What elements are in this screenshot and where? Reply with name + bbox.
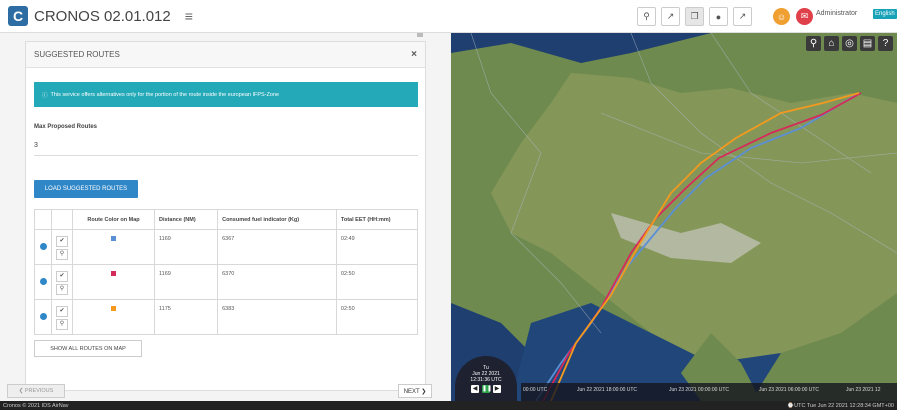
menu-icon[interactable]: ≡	[185, 8, 193, 24]
routes-table: Route Color on Map Distance (NM) Consume…	[34, 209, 419, 335]
show-all-routes-button[interactable]: SHOW ALL ROUTES ON MAP	[34, 340, 142, 357]
table-header-row: Route Color on Map Distance (NM) Consume…	[34, 209, 419, 230]
max-routes-input[interactable]: 3	[34, 142, 38, 149]
route-color-cell	[72, 229, 155, 265]
check-icon[interactable]: ✔	[56, 236, 68, 247]
utc-clock: ⌚UTC Tue Jun 22 2021 12:28:34 GMT+00	[787, 402, 894, 409]
header-expand	[34, 209, 52, 230]
playback-controls: ◀ ❚❚ ▶	[455, 385, 517, 393]
copy-icon[interactable]: ❐	[685, 7, 704, 26]
distance-cell: 1169	[153, 229, 219, 265]
rewind-icon[interactable]: ◀	[471, 385, 479, 393]
panel-title: SUGGESTED ROUTES	[34, 50, 120, 59]
distance-cell: 1175	[153, 299, 219, 335]
clock-time: 12:31:36 UTC	[470, 377, 502, 383]
location-icon[interactable]: ⚲	[56, 319, 68, 330]
layers-icon[interactable]: ▤	[860, 36, 875, 51]
table-row: ✔ ⚲ 1175 6383 02:50	[34, 299, 419, 335]
timeline-label: Jun 23 2021 06:00:00 UTC	[759, 387, 820, 393]
map-canvas	[451, 33, 897, 401]
table-row: ✔ ⚲ 1169 6367 02:49	[34, 229, 419, 265]
scrollbar[interactable]	[417, 33, 423, 37]
cronos-logo-icon: C	[8, 6, 28, 26]
pause-icon[interactable]: ❚❚	[482, 385, 492, 393]
header-distance: Distance (NM)	[153, 209, 219, 230]
home-icon[interactable]: ⌂	[824, 36, 839, 51]
header-fuel: Consumed fuel indicator (Kg)	[217, 209, 337, 230]
max-routes-label: Max Proposed Routes	[34, 124, 98, 130]
user-name[interactable]: Administrator	[816, 10, 857, 17]
location-icon[interactable]: ⚲	[56, 284, 68, 295]
location-icon[interactable]: ⚲	[56, 249, 68, 260]
route-color-swatch	[111, 236, 116, 241]
timeline-label: 00:00 UTC	[523, 387, 548, 393]
notification-icon[interactable]: ✉	[796, 8, 813, 25]
map-view[interactable]: ⚲ ⌂ ◎ ▤ ? Tu Jun 22 2021 12:31:36 UTC ◀ …	[451, 33, 897, 401]
distance-cell: 1169	[153, 264, 219, 300]
eet-cell: 02:50	[335, 264, 419, 300]
actions-cell: ✔ ⚲	[51, 229, 73, 265]
panel-header: SUGGESTED ROUTES ×	[26, 42, 425, 68]
close-icon[interactable]: ×	[411, 49, 417, 60]
suggested-routes-panel: SUGGESTED ROUTES × ⓘ This service offers…	[25, 41, 426, 391]
eet-cell: 02:49	[335, 229, 419, 265]
timeline-label: Jun 22 2021 18:00:00 UTC	[577, 387, 638, 393]
check-icon[interactable]: ✔	[56, 271, 68, 282]
actions-cell: ✔ ⚲	[51, 264, 73, 300]
table-row: ✔ ⚲ 1169 6370 02:50	[34, 264, 419, 300]
toolbar: ⚲ ↗ ❐ ● ↗	[637, 7, 752, 26]
load-suggested-routes-button[interactable]: LOAD SUGGESTED ROUTES	[34, 180, 138, 198]
fuel-cell: 6367	[217, 229, 337, 265]
route-color-swatch	[111, 271, 116, 276]
expand-icon[interactable]	[39, 277, 47, 285]
header-route-color: Route Color on Map	[72, 209, 155, 230]
globe-icon[interactable]: ●	[709, 7, 728, 26]
left-pane: SUGGESTED ROUTES × ⓘ This service offers…	[0, 33, 450, 401]
top-bar: C CRONOS 02.01.012 ≡ ⚲ ↗ ❐ ● ↗ ☺ ✉ Admin…	[0, 0, 897, 33]
header-actions	[51, 209, 73, 230]
expand-cell	[34, 264, 52, 300]
check-icon[interactable]: ✔	[56, 306, 68, 317]
timeline-label: Jun 23 2021 12	[846, 387, 881, 393]
fuel-cell: 6370	[217, 264, 337, 300]
expand-icon[interactable]	[39, 242, 47, 250]
language-badge[interactable]: English	[873, 9, 897, 19]
header-eet: Total EET (HH:mm)	[335, 209, 419, 230]
timeline-label: Jun 23 2021 00:00:00 UTC	[669, 387, 730, 393]
expand-cell	[34, 299, 52, 335]
eet-cell: 02:50	[335, 299, 419, 335]
info-text: This service offers alternatives only fo…	[50, 91, 280, 98]
route-color-cell	[72, 264, 155, 300]
info-icon: ⓘ	[42, 92, 48, 99]
route-color-cell	[72, 299, 155, 335]
forward-icon[interactable]: ▶	[493, 385, 501, 393]
info-alert: ⓘ This service offers alternatives only …	[34, 82, 418, 107]
expand-cell	[34, 229, 52, 265]
map-tools: ⚲ ⌂ ◎ ▤ ?	[806, 36, 893, 51]
footer: Cronos © 2021 IDS AirNav ⌚UTC Tue Jun 22…	[0, 401, 897, 410]
help-icon[interactable]: ?	[878, 36, 893, 51]
search-icon[interactable]: ⚲	[806, 36, 821, 51]
globe-icon[interactable]: ◎	[842, 36, 857, 51]
fuel-cell: 6383	[217, 299, 337, 335]
timeline-bar[interactable]: 00:00 UTC Jun 22 2021 18:00:00 UTC Jun 2…	[521, 383, 897, 401]
external-link-icon[interactable]: ↗	[661, 7, 680, 26]
alert-icon[interactable]: ☺	[773, 8, 790, 25]
expand-icon[interactable]	[39, 312, 47, 320]
share-icon[interactable]: ↗	[733, 7, 752, 26]
input-underline	[34, 155, 418, 156]
actions-cell: ✔ ⚲	[51, 299, 73, 335]
copyright-text: Cronos © 2021 IDS AirNav	[3, 402, 69, 409]
app-title: CRONOS 02.01.012	[34, 7, 171, 25]
location-icon[interactable]: ⚲	[637, 7, 656, 26]
route-color-swatch	[111, 306, 116, 311]
previous-button[interactable]: ❮ PREVIOUS	[7, 384, 65, 398]
next-button[interactable]: NEXT ❯	[398, 384, 432, 398]
